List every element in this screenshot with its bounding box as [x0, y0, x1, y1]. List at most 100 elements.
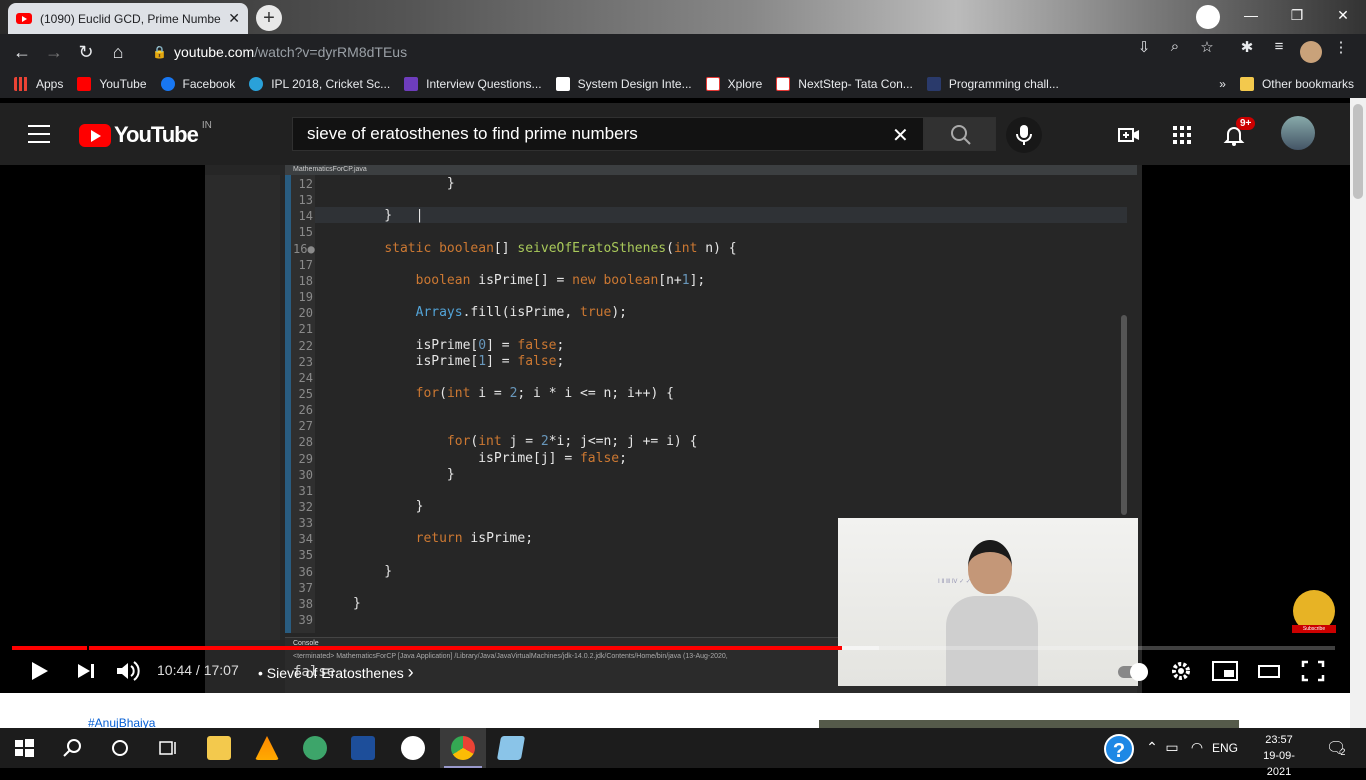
settings-button[interactable] — [1165, 657, 1197, 691]
apps-grid-icon[interactable] — [1170, 123, 1194, 147]
bookmark-apps[interactable]: Apps — [14, 77, 63, 91]
theater-mode-icon — [1258, 665, 1280, 678]
subscribe-watermark[interactable]: Subscribe — [1292, 625, 1336, 633]
play-icon — [32, 662, 48, 680]
tcs-icon — [705, 77, 720, 91]
bookmark-interview-questions[interactable]: Interview Questions... — [404, 77, 542, 91]
address-bar[interactable]: 🔒 youtube.com/watch?v=dyrRM8dTEus — [140, 38, 1230, 66]
home-icon[interactable]: ⌂ — [102, 42, 134, 63]
ide-package-explorer — [205, 175, 280, 640]
back-icon[interactable]: ← — [6, 42, 38, 63]
other-bookmarks[interactable]: Other bookmarks — [1239, 77, 1354, 91]
apps-grid-icon — [14, 77, 28, 91]
bookmark-programming-challenges[interactable]: Programming chall... — [926, 77, 1059, 91]
windows-start-icon[interactable] — [12, 736, 36, 760]
hackerrank-icon — [926, 77, 941, 91]
autoplay-toggle[interactable] — [1118, 663, 1148, 681]
extensions-icon[interactable]: ✱ — [1236, 38, 1258, 56]
system-clock[interactable]: 23:57 19-09-2021 — [1252, 732, 1306, 780]
minimize-button[interactable]: — — [1228, 0, 1274, 30]
line-number: 14 — [298, 209, 313, 224]
chrome-menu-icon[interactable]: ⋮ — [1330, 38, 1352, 56]
cortana-icon[interactable] — [108, 736, 132, 760]
forward-icon[interactable]: → — [38, 42, 70, 63]
fullscreen-button[interactable] — [1297, 657, 1329, 691]
recommended-video-thumbnail[interactable] — [819, 720, 1239, 728]
browser-tab-title: (1090) Euclid GCD, Prime Numbe — [40, 11, 221, 26]
url-path: /watch?v=dyrRM8dTEus — [254, 44, 408, 60]
bookmark-facebook[interactable]: Facebook — [160, 77, 235, 91]
notepad-app[interactable] — [488, 728, 534, 768]
restore-button[interactable]: ❐ — [1274, 0, 1320, 30]
vlc-app[interactable] — [244, 728, 290, 768]
lock-icon[interactable]: 🔒 — [152, 38, 167, 66]
video-player[interactable]: MathematicsForCP.java Console <terminate… — [0, 165, 1350, 693]
new-tab-button[interactable]: + — [256, 5, 282, 31]
dev-cpp-icon — [351, 736, 375, 760]
search-button[interactable] — [924, 117, 996, 151]
atom-app[interactable] — [292, 728, 338, 768]
voice-search-button[interactable] — [1006, 117, 1042, 153]
line-number: 15 — [298, 225, 313, 240]
dev-cpp-app[interactable] — [340, 728, 386, 768]
bookmark-youtube[interactable]: YouTube — [77, 77, 147, 91]
youtube-logo[interactable]: YouTube IN — [79, 119, 212, 147]
task-view-icon[interactable] — [156, 736, 180, 760]
code-line: isPrime[0] = false; — [353, 337, 565, 353]
bookmarks-overflow-button[interactable]: » — [1219, 77, 1226, 91]
code-line: for(int i = 2; i * i <= n; i++) { — [415, 385, 674, 401]
media-control-icon[interactable]: ≡ — [1268, 38, 1290, 55]
clear-search-icon[interactable]: ✕ — [892, 123, 909, 148]
progress-bar[interactable] — [12, 646, 1335, 650]
chapter-marker — [87, 646, 89, 650]
create-video-icon[interactable] — [1117, 123, 1141, 147]
reload-icon[interactable]: ↻ — [70, 42, 102, 63]
file-explorer-app[interactable] — [196, 728, 242, 768]
bookmark-star-icon[interactable]: ☆ — [1196, 38, 1218, 56]
line-number: 19 — [298, 290, 313, 305]
search-icon[interactable] — [60, 736, 84, 760]
install-app-icon[interactable]: ⇩ — [1133, 38, 1155, 56]
line-number: 24 — [298, 370, 313, 385]
mute-button[interactable] — [112, 657, 144, 691]
profile-avatar-icon[interactable] — [1300, 41, 1322, 63]
miniplayer-button[interactable] — [1209, 657, 1241, 691]
notification-count-badge: 9+ — [1236, 117, 1256, 130]
search-input[interactable]: sieve of eratosthenes to find prime numb… — [292, 117, 924, 151]
bookmarks-bar: Apps YouTube Facebook IPL 2018, Cricket … — [0, 70, 1366, 98]
chrome-profile-icon[interactable] — [1196, 5, 1220, 29]
browser-toolbar: ← → ↻ ⌂ 🔒 youtube.com/watch?v=dyrRM8dTEu… — [0, 34, 1366, 70]
interview-icon — [404, 77, 419, 91]
help-icon[interactable]: ? — [1104, 734, 1134, 764]
zoom-icon[interactable]: ⌕ — [1164, 38, 1186, 55]
play-button[interactable] — [22, 657, 54, 691]
wifi-icon[interactable]: ◠ — [1185, 739, 1209, 763]
bookmark-nextstep[interactable]: NextStep- Tata Con... — [776, 77, 913, 91]
next-button[interactable] — [70, 657, 102, 691]
language-indicator[interactable]: ENG — [1212, 741, 1238, 755]
bookmark-ipl[interactable]: IPL 2018, Cricket Sc... — [249, 77, 390, 91]
ide-current-line-highlight — [315, 207, 1127, 223]
miniplayer-icon — [1212, 661, 1238, 681]
chapter-title-button[interactable]: • Sieve of Eratosthenes › — [258, 662, 414, 683]
progress-played — [12, 646, 842, 650]
theater-mode-button[interactable] — [1253, 657, 1285, 691]
battery-icon[interactable]: ▭ — [1160, 739, 1184, 763]
word-app[interactable] — [390, 728, 436, 768]
volume-icon — [117, 661, 140, 681]
line-number: 27 — [298, 419, 313, 434]
close-tab-icon[interactable]: ✕ — [228, 10, 240, 27]
bookmark-xplore[interactable]: Xplore — [705, 77, 762, 91]
code-line: isPrime[1] = false; — [353, 353, 565, 369]
close-window-button[interactable]: ✕ — [1320, 0, 1366, 30]
menu-icon[interactable] — [28, 125, 50, 143]
country-code: IN — [201, 119, 212, 131]
notepad-icon — [496, 736, 526, 760]
page-scrollbar[interactable] — [1350, 98, 1366, 728]
chrome-app[interactable] — [440, 728, 486, 768]
bookmark-system-design[interactable]: System Design Inte... — [555, 77, 692, 91]
browser-tab[interactable]: (1090) Euclid GCD, Prime Numbe ✕ — [8, 3, 248, 34]
action-center-icon[interactable]: 🗨2 — [1326, 738, 1351, 758]
line-number: 25 — [298, 386, 313, 401]
account-avatar[interactable] — [1281, 116, 1315, 150]
